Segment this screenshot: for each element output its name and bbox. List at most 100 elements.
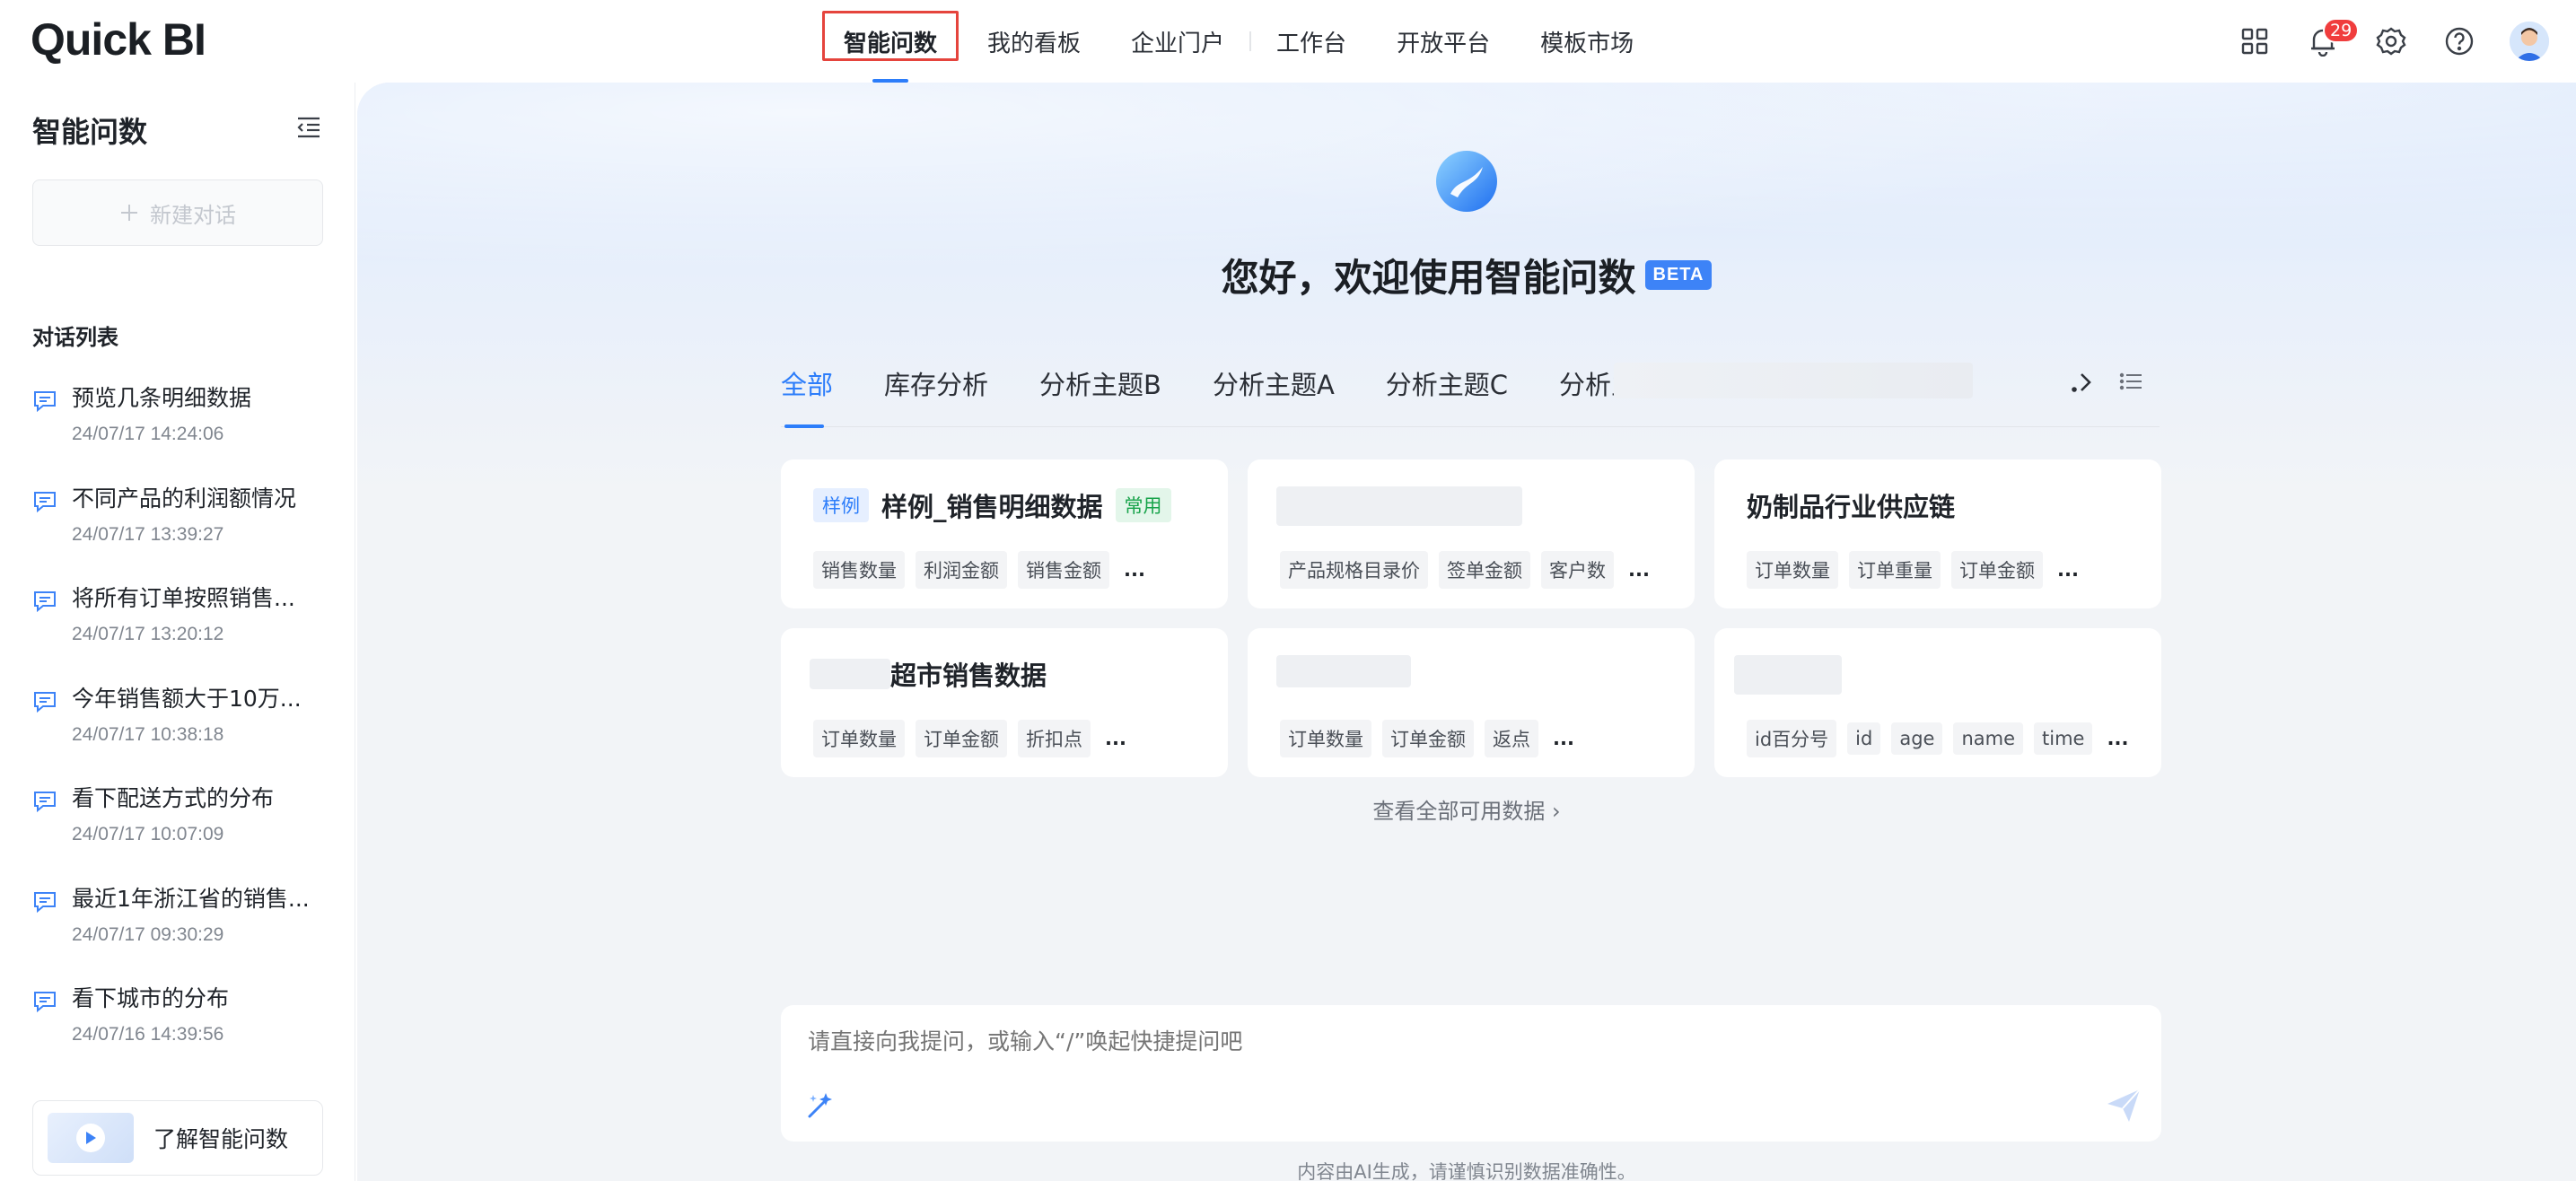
field-chip: 订单金额 xyxy=(916,720,1007,757)
card-title: 超市销售数据 xyxy=(890,660,1047,691)
tab-placeholder xyxy=(1614,363,1973,398)
nav-item-open-platform[interactable]: 开放平台 xyxy=(1371,0,1515,83)
field-chip: 订单金额 xyxy=(1951,551,2043,589)
card-title: 奶制品行业供应链 xyxy=(1747,492,1956,522)
conversation-title: 看下配送方式的分布 xyxy=(72,785,275,811)
dataset-card[interactable]: id百分号 id age name time ... xyxy=(1714,628,2161,777)
learn-label: 了解智能问数 xyxy=(153,1126,289,1152)
quick-bi-logo[interactable]: Quick BI xyxy=(31,13,206,66)
conversation-time: 24/07/17 13:39:27 xyxy=(72,523,224,545)
gear-icon[interactable] xyxy=(2373,23,2409,59)
conversation-item[interactable]: 看下城市的分布 24/07/16 14:39:56 xyxy=(32,981,329,1081)
see-all-data-link[interactable]: 查看全部可用数据 › xyxy=(357,793,2576,825)
field-chip: 订单重量 xyxy=(1849,551,1941,589)
card-fields: 订单数量 订单重量 订单金额 ... xyxy=(1747,551,2079,589)
sidebar-title: 智能问数 xyxy=(32,115,148,149)
user-avatar[interactable] xyxy=(2510,22,2549,61)
conversation-list-title: 对话列表 xyxy=(32,325,118,350)
notification-badge: 29 xyxy=(2323,18,2360,43)
tab-topic-c[interactable]: 分析主题C xyxy=(1386,364,1508,427)
common-tag: 常用 xyxy=(1115,488,1171,522)
conversation-item[interactable]: 今年销售额大于10万... 24/07/17 10:38:18 xyxy=(32,681,329,782)
greeting-text: 您好，欢迎使用智能问数 xyxy=(1221,256,1636,300)
conversation-time: 24/07/17 09:30:29 xyxy=(72,923,224,945)
conversation-title: 最近1年浙江省的销售... xyxy=(72,885,310,912)
help-icon[interactable] xyxy=(2441,23,2477,59)
chat-bubble-icon xyxy=(34,792,56,813)
field-chip: id xyxy=(1847,722,1881,755)
redacted-title xyxy=(1276,655,1411,687)
nav-item-enterprise-portal[interactable]: 企业门户 xyxy=(1106,0,1249,83)
dataset-card[interactable]: 超市销售数据 订单数量 订单金额 折扣点 ... xyxy=(781,628,1228,777)
card-fields: 订单数量 订单金额 返点 ... xyxy=(1280,720,1574,757)
chat-bubble-icon xyxy=(34,691,56,713)
card-fields: id百分号 id age name time ... xyxy=(1747,720,2128,757)
nav-item-smart-qa[interactable]: 智能问数 xyxy=(819,0,962,83)
chat-bubble-icon xyxy=(34,491,56,512)
field-chip: 签单金额 xyxy=(1439,551,1530,589)
tab-all[interactable]: 全部 xyxy=(781,364,833,428)
conversation-time: 24/07/17 10:38:18 xyxy=(72,723,224,745)
new-chat-button[interactable]: 新建对话 xyxy=(32,179,323,246)
conversation-item[interactable]: 将所有订单按照销售... 24/07/17 13:20:12 xyxy=(32,581,329,681)
sidebar: 智能问数 新建对话 对话列表 预览几条明细数据 24/07/17 14:24:0… xyxy=(0,83,355,1181)
ai-disclaimer: 内容由AI生成，请谨慎识别数据准确性。 xyxy=(1297,1161,1636,1181)
apps-grid-icon[interactable] xyxy=(2237,23,2273,59)
chat-bubble-icon xyxy=(34,391,56,413)
dataset-card[interactable]: 订单数量 订单金额 返点 ... xyxy=(1248,628,1695,777)
learn-smart-qa-button[interactable]: 了解智能问数 xyxy=(32,1100,323,1176)
redacted-title xyxy=(1734,655,1842,695)
sample-tag: 样例 xyxy=(813,488,869,522)
field-chip: 销售数量 xyxy=(813,551,905,589)
conversation-time: 24/07/17 14:24:06 xyxy=(72,424,224,444)
conversation-title: 不同产品的利润额情况 xyxy=(72,485,297,512)
send-icon[interactable] xyxy=(2104,1086,2143,1125)
tab-inventory-analysis[interactable]: 库存分析 xyxy=(884,364,988,427)
conversation-item[interactable]: 预览几条明细数据 24/07/17 14:24:06 xyxy=(32,381,329,481)
main-content: 您好，欢迎使用智能问数 BETA 全部 库存分析 分析主题B 分析主题A 分析主… xyxy=(357,83,2576,1181)
redacted-title xyxy=(1276,486,1522,526)
nav-item-my-dashboards[interactable]: 我的看板 xyxy=(962,0,1106,83)
beta-badge: BETA xyxy=(1644,260,1713,290)
card-fields: 产品规格目录价 签单金额 客户数 ... xyxy=(1280,551,1650,589)
magic-wand-icon[interactable] xyxy=(802,1088,838,1124)
greeting-heading: 您好，欢迎使用智能问数 BETA xyxy=(357,248,2576,302)
field-chip: 订单数量 xyxy=(1747,551,1838,589)
conversation-item[interactable]: 看下配送方式的分布 24/07/17 10:07:09 xyxy=(32,781,329,881)
conversation-title: 预览几条明细数据 xyxy=(72,385,252,411)
plus-icon xyxy=(121,205,137,221)
card-title-row: 样例 样例_销售明细数据 常用 xyxy=(813,486,1171,524)
nav-item-template-market[interactable]: 模板市场 xyxy=(1515,0,1659,83)
question-input[interactable] xyxy=(808,1028,1885,1054)
card-title: 样例_销售明细数据 xyxy=(881,492,1103,522)
main-nav: 智能问数 我的看板 企业门户 工作台 开放平台 模板市场 xyxy=(819,0,1659,83)
field-chip: 客户数 xyxy=(1541,551,1614,589)
more-fields: ... xyxy=(1105,728,1126,749)
top-right-actions: 29 xyxy=(2237,0,2549,83)
conversation-title: 今年销售额大于10万... xyxy=(72,685,302,712)
field-chip: 订单金额 xyxy=(1382,720,1474,757)
field-chip: time xyxy=(2034,722,2093,755)
top-navigation-bar: Quick BI 智能问数 我的看板 企业门户 工作台 开放平台 模板市场 29 xyxy=(0,0,2576,83)
collapse-sidebar-icon[interactable] xyxy=(294,113,323,142)
field-chip: name xyxy=(1953,722,2024,755)
dataset-card[interactable]: 产品规格目录价 签单金额 客户数 ... xyxy=(1248,459,1695,608)
conversation-time: 24/07/17 13:20:12 xyxy=(72,624,224,644)
bell-icon[interactable]: 29 xyxy=(2305,18,2360,59)
list-menu-icon[interactable] xyxy=(2118,368,2145,395)
nav-label: 我的看板 xyxy=(987,30,1082,57)
dataset-card[interactable]: 样例 样例_销售明细数据 常用 销售数量 利润金额 销售金额 ... xyxy=(781,459,1228,608)
conversation-title: 将所有订单按照销售... xyxy=(72,585,295,611)
field-chip: 销售金额 xyxy=(1018,551,1109,589)
conversation-item[interactable]: 最近1年浙江省的销售... 24/07/17 09:30:29 xyxy=(32,881,329,982)
tab-topic-b[interactable]: 分析主题B xyxy=(1039,364,1161,427)
dataset-card[interactable]: 奶制品行业供应链 订单数量 订单重量 订单金额 ... xyxy=(1714,459,2161,608)
question-input-box xyxy=(781,1005,2161,1142)
conversation-item[interactable]: 不同产品的利润额情况 24/07/17 13:39:27 xyxy=(32,481,329,582)
field-chip: 返点 xyxy=(1485,720,1538,757)
nav-item-workbench[interactable]: 工作台 xyxy=(1251,0,1371,83)
card-fields: 销售数量 利润金额 销售金额 ... xyxy=(813,551,1145,589)
chevron-right-icon[interactable] xyxy=(2070,366,2102,398)
tab-topic-a[interactable]: 分析主题A xyxy=(1213,364,1335,427)
more-fields: ... xyxy=(1628,559,1650,581)
